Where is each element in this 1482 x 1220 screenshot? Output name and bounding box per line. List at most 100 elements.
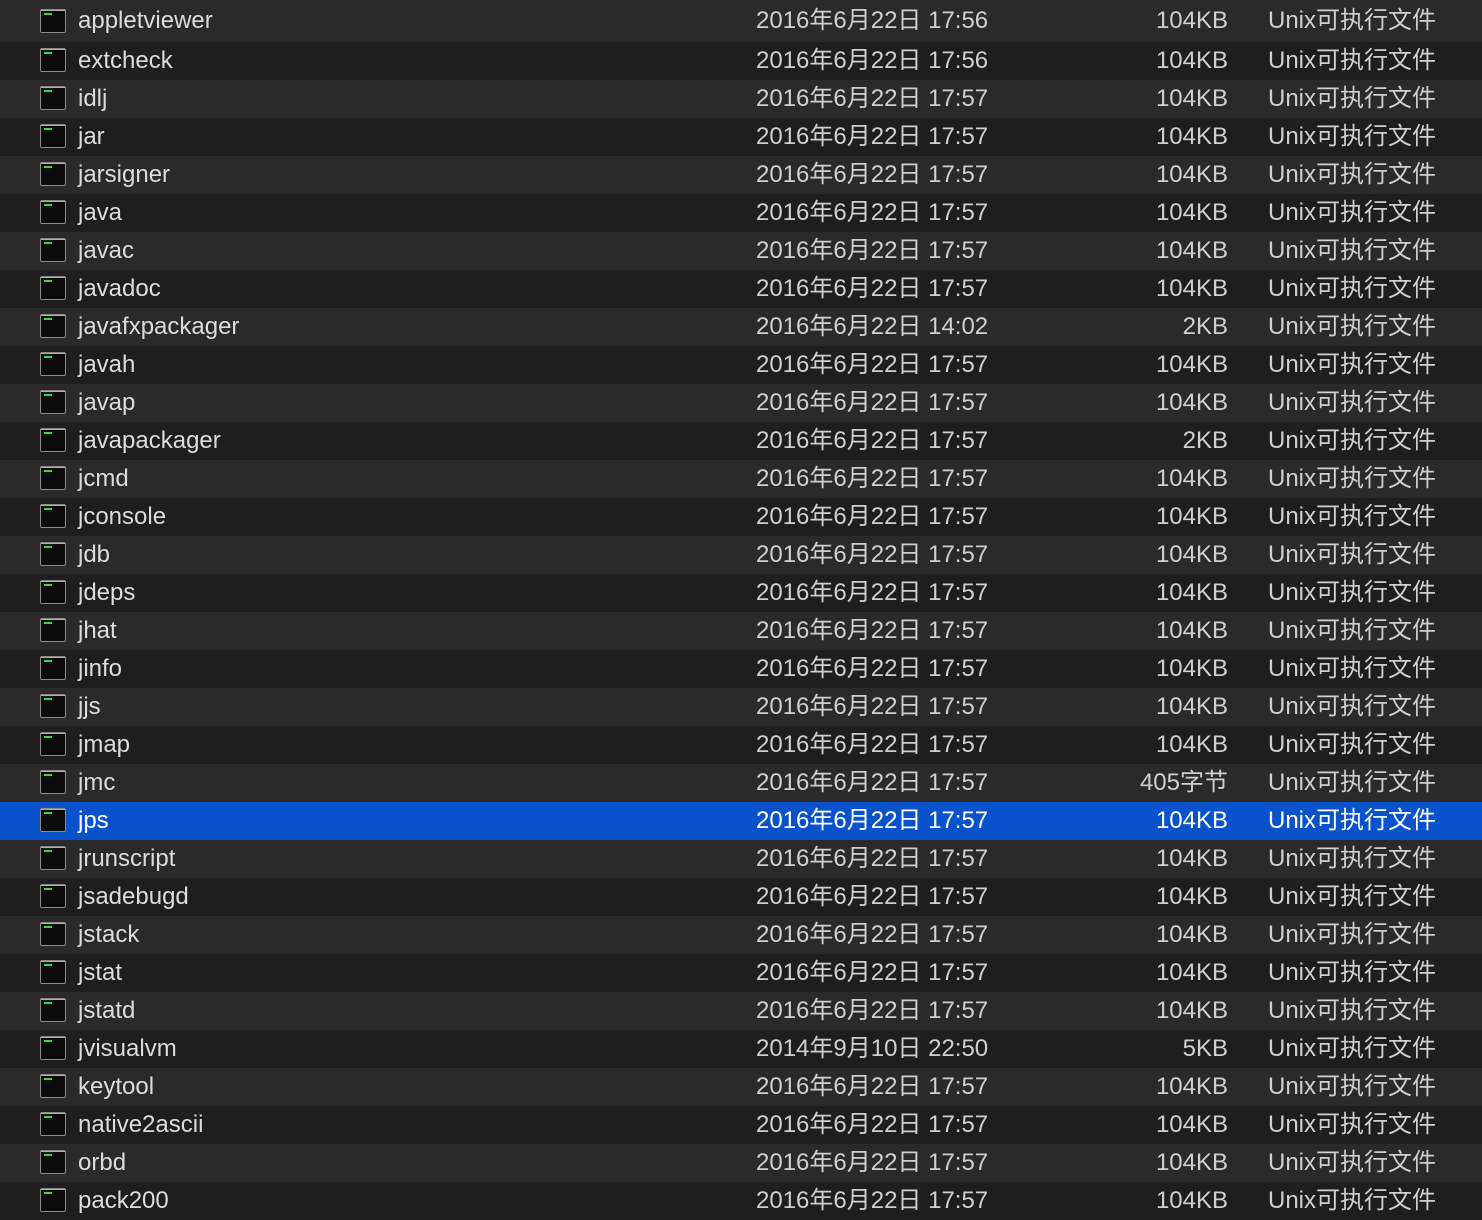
file-name: pack200 [78, 1187, 169, 1214]
file-date-modified: 2016年6月22日 17:57 [756, 693, 989, 720]
file-size: 104KB [1155, 693, 1228, 720]
file-kind: Unix可执行文件 [1268, 807, 1437, 834]
file-kind: Unix可执行文件 [1268, 693, 1437, 720]
file-date-modified: 2016年6月22日 17:57 [756, 579, 989, 606]
file-name: jhat [78, 617, 117, 644]
file-date-modified: 2016年6月22日 17:57 [756, 807, 989, 834]
file-row[interactable]: jps 2016年6月22日 17:57 104KB Unix可执行文件 [0, 802, 1482, 840]
file-date-modified: 2016年6月22日 17:56 [756, 7, 989, 34]
terminal-exec-icon [40, 580, 66, 604]
terminal-exec-icon [40, 542, 66, 566]
file-name: jrunscript [78, 845, 176, 872]
file-name: native2ascii [78, 1111, 204, 1138]
terminal-exec-icon [40, 618, 66, 642]
file-row[interactable]: jdeps 2016年6月22日 17:57 104KB Unix可执行文件 [0, 574, 1482, 612]
file-row[interactable]: native2ascii 2016年6月22日 17:57 104KB Unix可执行… [0, 1106, 1482, 1144]
file-date-modified: 2016年6月22日 17:57 [756, 1187, 989, 1214]
file-size: 104KB [1155, 237, 1228, 264]
file-size: 104KB [1155, 655, 1228, 682]
file-row[interactable]: jsadebugd 2016年6月22日 17:57 104KB Unix可执行文件 [0, 878, 1482, 916]
file-row[interactable]: javap 2016年6月22日 17:57 104KB Unix可执行文件 [0, 384, 1482, 422]
file-row[interactable]: jstat 2016年6月22日 17:57 104KB Unix可执行文件 [0, 954, 1482, 992]
file-size: 104KB [1155, 1149, 1228, 1176]
file-kind: Unix可执行文件 [1268, 465, 1437, 492]
file-row[interactable]: jar 2016年6月22日 17:57 104KB Unix可执行文件 [0, 118, 1482, 156]
file-row[interactable]: javafxpackager 2016年6月22日 14:02 2KB Unix可执行… [0, 308, 1482, 346]
file-size: 5KB [1182, 1035, 1228, 1062]
file-row[interactable]: idlj 2016年6月22日 17:57 104KB Unix可执行文件 [0, 80, 1482, 118]
file-row[interactable]: jhat 2016年6月22日 17:57 104KB Unix可执行文件 [0, 612, 1482, 650]
file-row[interactable]: java 2016年6月22日 17:57 104KB Unix可执行文件 [0, 194, 1482, 232]
file-row[interactable]: jmap 2016年6月22日 17:57 104KB Unix可执行文件 [0, 726, 1482, 764]
file-size: 104KB [1155, 389, 1228, 416]
file-size: 104KB [1155, 731, 1228, 758]
terminal-exec-icon [40, 656, 66, 680]
file-size: 104KB [1155, 351, 1228, 378]
file-list[interactable]: appletviewer 2016年6月22日 17:56 104KB Unix可执行… [0, 0, 1482, 1220]
file-name: jconsole [78, 503, 167, 530]
file-date-modified: 2016年6月22日 17:57 [756, 503, 989, 530]
file-name: javafxpackager [78, 313, 240, 340]
file-row[interactable]: jconsole 2016年6月22日 17:57 104KB Unix可执行文件 [0, 498, 1482, 536]
terminal-exec-icon [40, 1036, 66, 1060]
file-kind: Unix可执行文件 [1268, 1035, 1437, 1062]
file-row[interactable]: jcmd 2016年6月22日 17:57 104KB Unix可执行文件 [0, 460, 1482, 498]
file-row[interactable]: jinfo 2016年6月22日 17:57 104KB Unix可执行文件 [0, 650, 1482, 688]
terminal-exec-icon [40, 922, 66, 946]
file-size: 104KB [1155, 959, 1228, 986]
file-row[interactable]: jmc 2016年6月22日 17:57 405字节 Unix可执行文件 [0, 764, 1482, 802]
terminal-exec-icon [40, 1188, 66, 1212]
terminal-exec-icon [40, 9, 66, 33]
terminal-exec-icon [40, 694, 66, 718]
file-row[interactable]: jdb 2016年6月22日 17:57 104KB Unix可执行文件 [0, 536, 1482, 574]
file-date-modified: 2016年6月22日 17:57 [756, 389, 989, 416]
file-kind: Unix可执行文件 [1268, 959, 1437, 986]
file-name: javap [78, 389, 136, 416]
file-name: jinfo [78, 655, 123, 682]
file-size: 104KB [1155, 883, 1228, 910]
file-row[interactable]: jarsigner 2016年6月22日 17:57 104KB Unix可执行文件 [0, 156, 1482, 194]
file-kind: Unix可执行文件 [1268, 427, 1437, 454]
file-size: 104KB [1155, 503, 1228, 530]
file-row[interactable]: extcheck 2016年6月22日 17:56 104KB Unix可执行文件 [0, 42, 1482, 80]
file-date-modified: 2016年6月22日 17:57 [756, 1149, 989, 1176]
file-row[interactable]: javapackager 2016年6月22日 17:57 2KB Unix可执行文件 [0, 422, 1482, 460]
file-kind: Unix可执行文件 [1268, 579, 1437, 606]
file-kind: Unix可执行文件 [1268, 389, 1437, 416]
file-date-modified: 2016年6月22日 17:57 [756, 731, 989, 758]
file-row[interactable]: pack200 2016年6月22日 17:57 104KB Unix可执行文件 [0, 1182, 1482, 1220]
file-row[interactable]: orbd 2016年6月22日 17:57 104KB Unix可执行文件 [0, 1144, 1482, 1182]
terminal-exec-icon [40, 1150, 66, 1174]
file-size: 104KB [1155, 85, 1228, 112]
file-row[interactable]: jstack 2016年6月22日 17:57 104KB Unix可执行文件 [0, 916, 1482, 954]
file-size: 2KB [1182, 427, 1228, 454]
file-row[interactable]: keytool 2016年6月22日 17:57 104KB Unix可执行文件 [0, 1068, 1482, 1106]
file-name: orbd [78, 1149, 127, 1176]
file-date-modified: 2016年6月22日 17:57 [756, 1073, 989, 1100]
file-name: jstatd [78, 997, 136, 1024]
file-size: 104KB [1155, 161, 1228, 188]
file-row[interactable]: javac 2016年6月22日 17:57 104KB Unix可执行文件 [0, 232, 1482, 270]
file-row[interactable]: javadoc 2016年6月22日 17:57 104KB Unix可执行文件 [0, 270, 1482, 308]
file-kind: Unix可执行文件 [1268, 541, 1437, 568]
file-name: jcmd [78, 465, 129, 492]
file-row[interactable]: jstatd 2016年6月22日 17:57 104KB Unix可执行文件 [0, 992, 1482, 1030]
file-kind: Unix可执行文件 [1268, 47, 1437, 74]
file-size: 104KB [1155, 275, 1228, 302]
terminal-exec-icon [40, 86, 66, 110]
terminal-exec-icon [40, 390, 66, 414]
file-row[interactable]: javah 2016年6月22日 17:57 104KB Unix可执行文件 [0, 346, 1482, 384]
terminal-exec-icon [40, 808, 66, 832]
file-size: 2KB [1182, 313, 1228, 340]
file-row[interactable]: jrunscript 2016年6月22日 17:57 104KB Unix可执行文件 [0, 840, 1482, 878]
file-name: jdeps [78, 579, 136, 606]
file-date-modified: 2016年6月22日 17:57 [756, 465, 989, 492]
file-name: idlj [78, 85, 108, 112]
file-kind: Unix可执行文件 [1268, 275, 1437, 302]
file-row[interactable]: appletviewer 2016年6月22日 17:56 104KB Unix可执行… [0, 0, 1482, 42]
file-date-modified: 2016年6月22日 17:57 [756, 161, 989, 188]
file-row[interactable]: jjs 2016年6月22日 17:57 104KB Unix可执行文件 [0, 688, 1482, 726]
file-row[interactable]: jvisualvm 2014年9月10日 22:50 5KB Unix可执行文件 [0, 1030, 1482, 1068]
file-name: javac [78, 237, 135, 264]
file-date-modified: 2016年6月22日 17:57 [756, 655, 989, 682]
